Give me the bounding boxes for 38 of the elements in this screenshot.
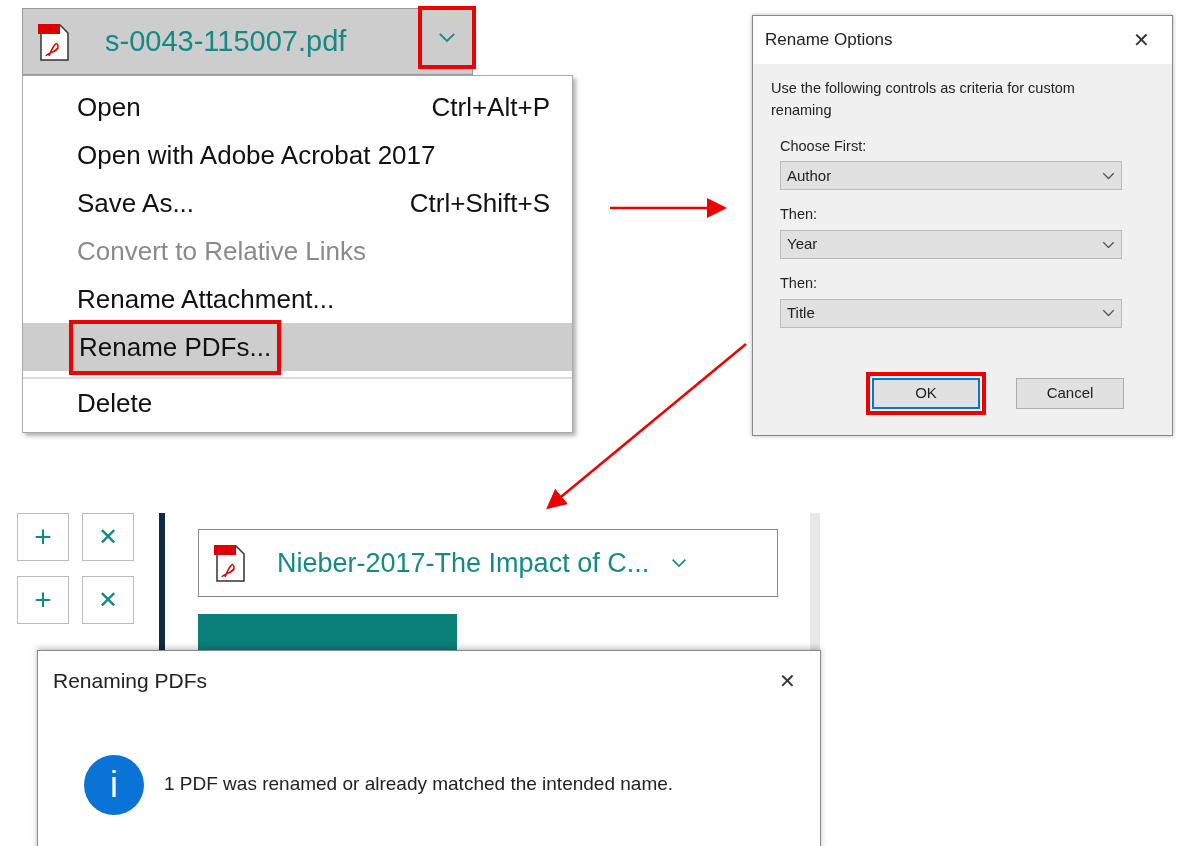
menu-item: Convert to Relative Links [76, 234, 368, 268]
remove-button[interactable]: ✕ [82, 513, 134, 561]
add-button[interactable]: + [17, 576, 69, 624]
dialog-button[interactable]: Cancel [1016, 377, 1124, 409]
dialog-button[interactable]: OK [872, 377, 980, 409]
field-label: Then: [780, 274, 819, 293]
chevron-down-icon [1102, 171, 1115, 180]
pdf-file-icon [37, 21, 71, 62]
menu-item[interactable]: Save As... Ctrl+Shift+S [23, 179, 572, 227]
info-icon: i [84, 754, 144, 815]
message-text: 1 PDF was renamed or already matched the intended name. [164, 772, 674, 797]
chevron-down-icon [1102, 309, 1115, 318]
chevron-down-icon [1102, 240, 1115, 249]
chevron-down-icon [438, 32, 456, 43]
instruction-text: Use the following controls as criteria for custom renaming [771, 79, 1076, 120]
chevron-down-icon [671, 558, 688, 568]
dialog-title: Renaming PDFs [53, 668, 208, 694]
dropdown-field[interactable]: Title [780, 298, 1122, 328]
shortcut-text: Ctrl+Alt+P [431, 90, 550, 124]
field-label: Choose First: [780, 136, 868, 156]
close-button[interactable]: ✕ [773, 665, 802, 696]
menu-item[interactable]: Open with Adobe Acrobat 2017 [23, 131, 572, 179]
file-name: s-0043-115007.pdf [105, 23, 347, 59]
dropdown-button[interactable] [418, 6, 476, 69]
add-button[interactable]: + [17, 513, 69, 561]
close-button[interactable]: ✕ [1127, 25, 1156, 55]
menu-item[interactable]: Rename Attachment... [23, 275, 572, 323]
shortcut-text: Ctrl+Shift+S [409, 186, 550, 220]
field-label: Then: [780, 205, 819, 225]
dropdown-field[interactable]: Author [780, 161, 1122, 191]
remove-button[interactable]: ✕ [82, 576, 134, 624]
attachment-dropdown[interactable]: Nieber-2017-The Impact of C... [198, 529, 778, 597]
pdf-file-icon [213, 543, 247, 583]
menu-item[interactable]: Open Ctrl+Alt+P [23, 83, 572, 131]
dropdown-field[interactable]: Year [780, 230, 1122, 259]
dialog-title: Rename Options [765, 29, 893, 52]
scrollbar[interactable] [810, 513, 820, 653]
menu-item[interactable]: Delete [23, 379, 572, 427]
